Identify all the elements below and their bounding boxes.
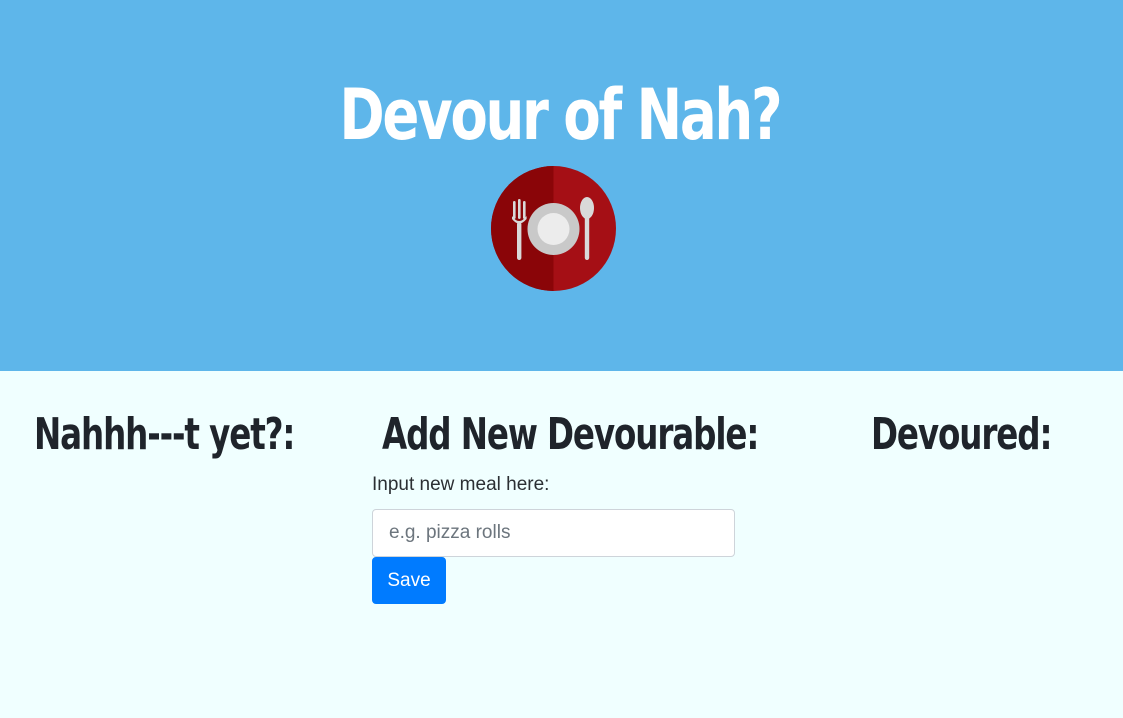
not-yet-heading: Nahhh---t yet?:	[34, 409, 295, 460]
app-title: Devour of Nah?	[339, 74, 782, 156]
plate-fork-spoon-icon	[491, 166, 616, 291]
save-button[interactable]: Save	[372, 557, 446, 604]
add-devourable-heading: Add New Devourable:	[382, 409, 759, 460]
hero-banner: Devour of Nah?	[0, 0, 1123, 371]
meal-input[interactable]	[372, 509, 735, 557]
meal-input-label: Input new meal here:	[372, 474, 550, 495]
devoured-heading: Devoured:	[871, 409, 1052, 460]
